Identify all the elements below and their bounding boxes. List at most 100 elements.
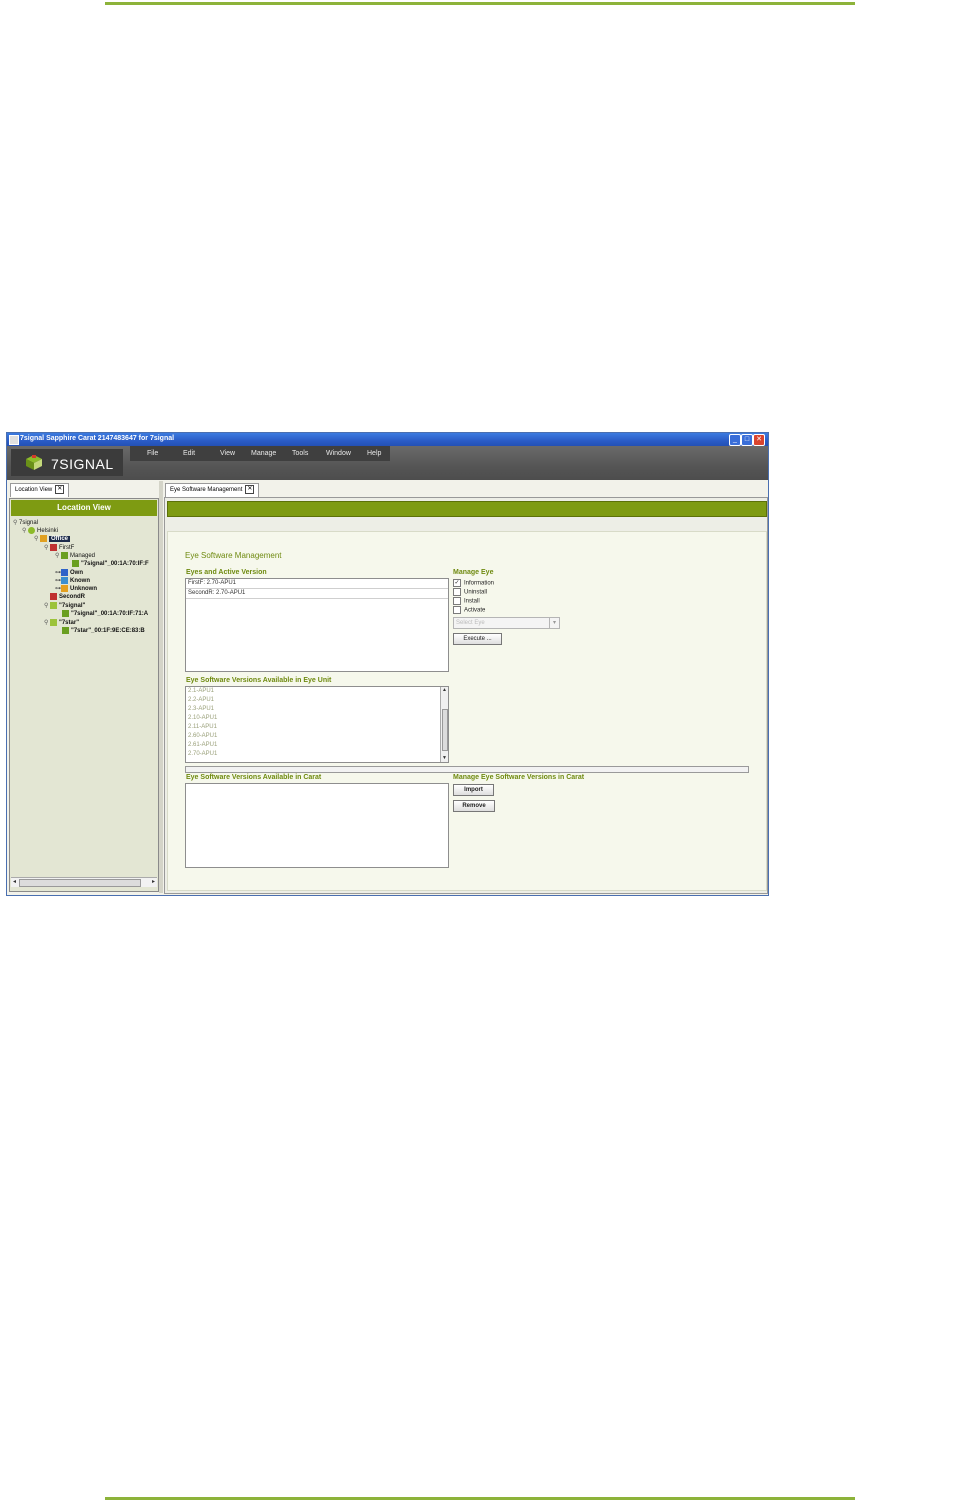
tree-node[interactable]: ⚲ FirstF xyxy=(44,544,74,551)
tab-eye-software-management[interactable]: Eye Software Management ✕ xyxy=(165,483,260,497)
scrollbar-thumb[interactable] xyxy=(19,879,141,887)
tab-location-view[interactable]: Location View ✕ xyxy=(10,483,70,497)
tree-expand-icon[interactable]: ⚲ xyxy=(44,602,49,609)
activate-option[interactable]: Activate xyxy=(453,606,485,614)
menu-tools[interactable]: Tools xyxy=(292,450,308,457)
eyes-list[interactable]: FirstF: 2.70-APU1 SecondR: 2.70-APU1 xyxy=(185,578,449,672)
tree-expand-icon[interactable]: ⊶ xyxy=(55,585,61,592)
scroll-left-icon[interactable]: ◂ xyxy=(11,878,18,886)
tree-expand-icon[interactable]: ⊶ xyxy=(55,569,61,576)
tree-node-label: "7signal" xyxy=(59,603,86,610)
own-icon xyxy=(61,569,68,576)
list-item[interactable]: 2.1-APU1 xyxy=(186,687,448,696)
tree-node[interactable]: ⊶ Own xyxy=(55,569,83,576)
menu-window[interactable]: Window xyxy=(326,450,351,457)
tree-node[interactable]: "7star"_00:1F:9E:CE:83:B xyxy=(62,627,145,634)
install-option[interactable]: Install xyxy=(453,597,480,605)
minimize-button[interactable]: _ xyxy=(729,434,741,446)
checkbox-icon[interactable] xyxy=(453,597,461,605)
header-bar xyxy=(167,501,767,517)
scroll-right-icon[interactable]: ▸ xyxy=(150,878,157,886)
select-eye-dropdown[interactable]: Select Eye ▾ xyxy=(453,617,560,629)
application-window: 7signal Sapphire Carat 2147483647 for 7s… xyxy=(6,432,769,896)
list-item[interactable]: 2.3-APU1 xyxy=(186,705,448,714)
tree-horizontal-scrollbar[interactable]: ◂ ▸ xyxy=(11,877,157,887)
tree-node[interactable]: ⚲ Managed xyxy=(55,552,95,559)
tree-node-label: "7star"_00:1F:9E:CE:83:B xyxy=(71,628,145,635)
tab-close-icon[interactable]: ✕ xyxy=(55,484,65,494)
known-icon xyxy=(61,577,68,584)
floor-icon xyxy=(50,593,57,600)
scroll-down-icon[interactable]: ▼ xyxy=(441,755,448,762)
close-button[interactable]: ✕ xyxy=(753,434,765,446)
menu-strip: File Edit View Manage Tools Window Help xyxy=(130,446,390,461)
tree-node[interactable]: ⚲ 7signal xyxy=(13,519,38,526)
execute-button[interactable]: Execute ... xyxy=(453,633,502,645)
tree-expand-icon[interactable]: ⚲ xyxy=(44,619,49,626)
city-icon xyxy=(28,527,35,534)
tree-node-label: Unknown xyxy=(70,586,97,593)
eyes-section-label: Eyes and Active Version xyxy=(186,569,267,576)
scrollbar-thumb[interactable] xyxy=(442,709,448,751)
tree-node[interactable]: ⊶ Unknown xyxy=(55,585,97,592)
list-item[interactable]: FirstF: 2.70-APU1 xyxy=(186,579,448,589)
menu-help[interactable]: Help xyxy=(367,450,381,457)
list-item[interactable]: 2.61-APU1 xyxy=(186,741,448,750)
list-item[interactable]: 2.60-APU1 xyxy=(186,732,448,741)
tree-expand-icon[interactable]: ⚲ xyxy=(44,544,49,551)
menu-file[interactable]: File xyxy=(147,450,158,457)
unit-section-label: Eye Software Versions Available in Eye U… xyxy=(186,677,332,684)
tree-expand-icon[interactable]: ⚲ xyxy=(13,519,18,526)
tree-node[interactable]: ⊶ Known xyxy=(55,577,90,584)
tree-node[interactable]: ⚲ "7star" xyxy=(44,619,79,626)
tree-node[interactable]: ⚲ "7signal" xyxy=(44,602,85,609)
location-view-frame: Location View ⚲ 7signal ⚲ Helsinki ⚲ Office… xyxy=(9,498,159,892)
option-label: Uninstall xyxy=(464,589,488,596)
checkbox-icon[interactable] xyxy=(453,588,461,596)
remove-button[interactable]: Remove xyxy=(453,800,495,812)
chevron-down-icon[interactable]: ▾ xyxy=(549,618,559,628)
carat-versions-list[interactable] xyxy=(185,783,449,868)
information-option[interactable]: ✓ Information xyxy=(453,579,494,587)
menu-manage[interactable]: Manage xyxy=(251,450,276,457)
unit-list-scrollbar[interactable]: ▲ ▼ xyxy=(440,687,448,762)
list-item[interactable]: 2.10-APU1 xyxy=(186,714,448,723)
tree-node-label: Helsinki xyxy=(37,528,59,535)
menu-edit[interactable]: Edit xyxy=(183,450,195,457)
unit-versions-list[interactable]: 2.1-APU1 2.2-APU1 2.3-APU1 2.10-APU1 2.1… xyxy=(185,686,449,763)
tree-expand-icon[interactable]: ⚲ xyxy=(34,535,39,542)
maximize-button[interactable]: □ xyxy=(741,434,753,446)
tab-eye-software-management-label: Eye Software Management xyxy=(170,487,243,493)
panel-splitter[interactable] xyxy=(159,481,163,893)
tree-node-label: Own xyxy=(70,570,83,577)
tree-expand-icon[interactable]: ⚲ xyxy=(22,527,27,534)
list-item[interactable]: 2.70-APU1 xyxy=(186,750,448,759)
menu-view[interactable]: View xyxy=(220,450,235,457)
tree-node[interactable]: "7signal"_00:1A:70:IF:F xyxy=(72,560,149,567)
title-bar: 7signal Sapphire Carat 2147483647 for 7s… xyxy=(7,433,768,446)
tab-close-icon[interactable]: ✕ xyxy=(245,484,255,494)
checkbox-checked-icon[interactable]: ✓ xyxy=(453,579,461,587)
tree-node[interactable]: ⚲ Office xyxy=(34,535,71,543)
list-item[interactable]: 2.2-APU1 xyxy=(186,696,448,705)
manage-carat-label: Manage Eye Software Versions in Carat xyxy=(453,774,585,781)
tree-expand-icon[interactable]: ⚲ xyxy=(55,552,60,559)
tree-node-label: FirstF xyxy=(59,545,75,552)
checkbox-icon[interactable] xyxy=(453,606,461,614)
scroll-up-icon[interactable]: ▲ xyxy=(441,687,448,694)
ssid-icon xyxy=(50,602,57,609)
tree-node[interactable]: "7signal"_00:1A:70:IF:71:A xyxy=(62,610,148,617)
unknown-icon xyxy=(61,585,68,592)
tree-node-label: 7signal xyxy=(19,520,39,526)
tree-node[interactable]: SecondR xyxy=(50,593,85,600)
location-view-header: Location View xyxy=(11,500,157,516)
logo-text: 7SIGNAL xyxy=(51,456,114,472)
list-item[interactable]: SecondR: 2.70-APU1 xyxy=(186,589,448,599)
uninstall-option[interactable]: Uninstall xyxy=(453,588,487,596)
esm-frame: Eye Software Management Eyes and Active … xyxy=(164,497,768,894)
tree-node[interactable]: ⚲ Helsinki xyxy=(22,527,58,534)
tree-expand-icon[interactable]: ⊶ xyxy=(55,577,61,584)
list-item[interactable]: 2.11-APU1 xyxy=(186,723,448,732)
import-button[interactable]: Import xyxy=(453,784,494,796)
esm-content: Eye Software Management Eyes and Active … xyxy=(167,531,767,891)
